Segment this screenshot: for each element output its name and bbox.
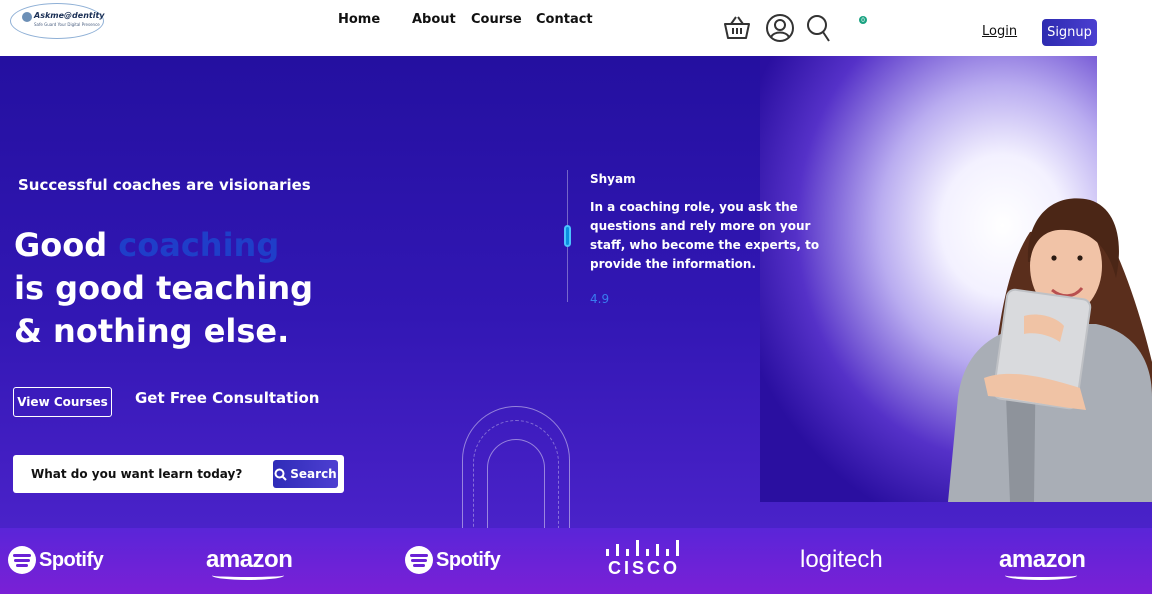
spotify-logo: Spotify bbox=[8, 540, 104, 580]
user-icon bbox=[766, 14, 794, 42]
logo-tagline: Safe Guard Your Digital Presence bbox=[34, 22, 100, 27]
arch-decoration-inner bbox=[487, 439, 545, 528]
spotify-logo: Spotify bbox=[405, 540, 501, 580]
nav-contact[interactable]: Contact bbox=[536, 12, 593, 27]
testimonial-slider-indicator[interactable] bbox=[564, 225, 571, 247]
course-search-bar: Search bbox=[13, 455, 344, 493]
brand-logo[interactable]: Askme@dentity Safe Guard Your Digital Pr… bbox=[10, 3, 105, 39]
headline-word-good: Good bbox=[14, 226, 119, 264]
search-icon bbox=[807, 15, 830, 42]
search-toggle-button[interactable] bbox=[804, 14, 834, 42]
hero-section: Successful coaches are visionaries Good … bbox=[0, 56, 1152, 528]
testimonial-author: Shyam bbox=[590, 172, 636, 186]
free-consultation-link[interactable]: Get Free Consultation bbox=[135, 389, 319, 407]
cisco-logo: CISCO bbox=[604, 540, 684, 580]
testimonial-quote: In a coaching role, you ask the question… bbox=[590, 200, 820, 271]
login-link[interactable]: Login bbox=[982, 24, 1017, 39]
search-button[interactable]: Search bbox=[273, 460, 338, 488]
basket-icon bbox=[724, 16, 750, 39]
search-icon bbox=[274, 468, 287, 481]
student-holding-laptop-image bbox=[948, 198, 1152, 502]
hero-tagline: Successful coaches are visionaries bbox=[18, 176, 311, 194]
headline-accent-word: coaching bbox=[118, 226, 280, 264]
testimonial-rating: 4.9 bbox=[590, 292, 610, 306]
signup-button[interactable]: Signup bbox=[1042, 19, 1097, 46]
search-button-label: Search bbox=[290, 467, 337, 481]
cisco-bars-icon bbox=[606, 540, 679, 556]
amazon-logo: amazon bbox=[999, 540, 1086, 580]
course-search-input[interactable] bbox=[31, 463, 269, 485]
logitech-logo: logitech bbox=[800, 546, 883, 573]
nav-course[interactable]: Course bbox=[471, 12, 522, 27]
spotify-icon bbox=[8, 546, 36, 574]
view-courses-button[interactable]: View Courses bbox=[13, 387, 112, 417]
cart-button[interactable] bbox=[722, 14, 752, 42]
headline-line-2: is good teaching bbox=[14, 269, 314, 307]
logo-globe-icon bbox=[22, 12, 32, 22]
logo-name: Askme@dentity bbox=[34, 11, 105, 20]
site-header: Askme@dentity Safe Guard Your Digital Pr… bbox=[0, 0, 1152, 56]
cart-count-badge: 0 bbox=[859, 16, 867, 24]
headline-line-3: & nothing else. bbox=[14, 312, 290, 350]
nav-about[interactable]: About bbox=[412, 12, 456, 27]
nav-home[interactable]: Home bbox=[338, 12, 380, 27]
hero-headline: Good coaching is good teaching & nothing… bbox=[14, 224, 313, 353]
amazon-logo: amazon bbox=[206, 540, 293, 580]
partner-logos-strip: Spotify amazon Spotify CISCO logitech am… bbox=[0, 528, 1152, 594]
spotify-icon bbox=[405, 546, 433, 574]
account-button[interactable] bbox=[765, 14, 795, 42]
